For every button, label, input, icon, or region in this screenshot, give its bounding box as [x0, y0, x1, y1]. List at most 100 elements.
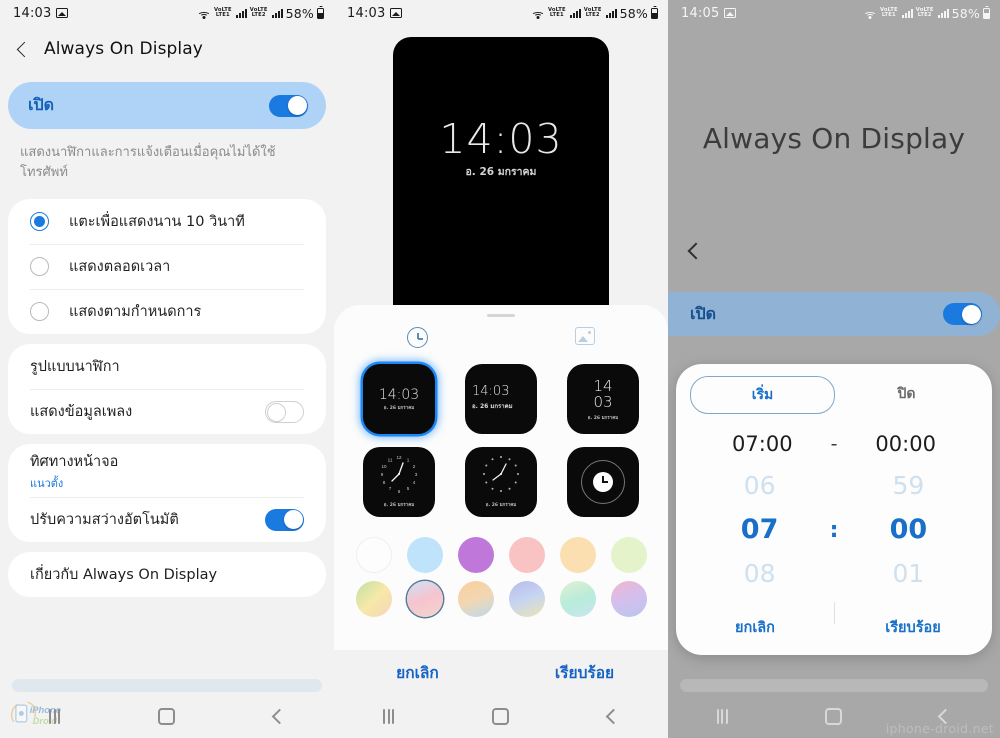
style-time: 14:03	[472, 384, 510, 399]
recents-icon[interactable]	[383, 708, 395, 724]
hour-column[interactable]: 06 07 08	[724, 464, 796, 596]
master-toggle-label: เปิด	[690, 303, 717, 323]
clock-style-card: รูปแบบนาฬิกา แสดงข้อมูลเพลง	[8, 344, 326, 435]
style-tabs	[334, 327, 668, 348]
tab-image[interactable]	[501, 327, 668, 348]
screenshot-strip: 14:03 VoLTE LTE1 VoLTE LTE2 58% Always On …	[0, 0, 1000, 738]
swatch-pink-blue-gradient[interactable]	[406, 581, 443, 617]
preview-date: อ. 26 มกราคม	[465, 166, 537, 178]
segment-end[interactable]: ปิด	[835, 376, 978, 414]
radio-label: แตะเพื่อแสดงนาน 10 วินาที	[69, 214, 245, 231]
swatch-teal-gradient[interactable]	[559, 581, 596, 617]
row-music-info[interactable]: แสดงข้อมูลเพลง	[8, 389, 326, 434]
aod-description: แสดงนาฬิกาและการแจ้งเตือนเมื่อคุณไม่ได้ใ…	[20, 145, 276, 181]
sheet-grabber[interactable]	[487, 314, 515, 317]
wifi-icon	[531, 8, 545, 19]
status-bar-left: 14:03	[13, 6, 69, 21]
radio-option-show-scheduled[interactable]: แสดงตามกำหนดการ	[8, 289, 326, 334]
row-auto-brightness[interactable]: ปรับความสว่างอัตโนมัติ	[8, 497, 326, 542]
aod-master-toggle-row[interactable]: เปิด	[668, 292, 1000, 336]
style-date: อ. 26 มกราคม	[383, 406, 415, 411]
page-title: Always On Display	[702, 122, 966, 155]
radio-icon[interactable]	[30, 212, 49, 232]
minute-next[interactable]: 01	[872, 552, 944, 596]
status-bar-right: VoLTE LTE1 VoLTE LTE2 58%	[197, 6, 324, 21]
svg-text:10: 10	[381, 464, 387, 469]
radio-option-show-always[interactable]: แสดงตลอดเวลา	[8, 244, 326, 289]
style-date: อ. 26 มกราคม	[485, 503, 517, 508]
range-start-value[interactable]: 07:00	[732, 432, 793, 456]
clock-style-ring[interactable]	[567, 447, 639, 517]
minute-prev[interactable]: 59	[872, 464, 944, 508]
back-icon[interactable]	[271, 708, 288, 724]
clock-style-digital-stacked[interactable]: 14 03 อ. 26 มกราคม	[567, 364, 639, 434]
swatch-pink-purple-gradient[interactable]	[610, 581, 647, 617]
svg-text:4: 4	[413, 480, 416, 485]
radio-icon[interactable]	[30, 302, 49, 322]
back-arrow-icon[interactable]	[16, 41, 33, 57]
music-info-toggle[interactable]	[265, 400, 304, 423]
swatch-white[interactable]	[355, 537, 392, 573]
swatch-peach[interactable]	[559, 537, 596, 573]
dialog-actions: ยกเลิก เรียบร้อย	[676, 602, 992, 647]
swatch-light-green[interactable]	[610, 537, 647, 573]
time-separator: :	[829, 517, 839, 543]
swatch-pink[interactable]	[508, 537, 545, 573]
time-spinner[interactable]: 06 07 08 : 59 00 01	[676, 464, 992, 596]
image-icon	[574, 327, 595, 345]
minute-column[interactable]: 59 00 01	[872, 464, 944, 596]
swatch-green-yellow-gradient[interactable]	[355, 581, 392, 617]
done-button[interactable]: เรียบร้อย	[834, 608, 992, 647]
range-dash: -	[830, 433, 838, 455]
recents-icon[interactable]	[49, 708, 61, 724]
svg-text:11: 11	[388, 458, 393, 463]
svg-text:8: 8	[383, 480, 386, 485]
clock-style-analog-dots[interactable]: อ. 26 มกราคม	[465, 447, 537, 517]
home-icon[interactable]	[825, 707, 843, 725]
master-toggle-switch[interactable]	[269, 94, 308, 117]
range-end-value[interactable]: 00:00	[875, 432, 936, 456]
home-icon[interactable]	[158, 707, 176, 725]
swatch-orange-blue-gradient[interactable]	[457, 581, 494, 617]
home-indicator-pill	[12, 679, 322, 692]
radio-icon[interactable]	[30, 257, 49, 277]
hour-prev[interactable]: 06	[724, 464, 796, 508]
signal-sim2-icon: VoLTE LTE2	[916, 7, 949, 18]
cancel-button[interactable]: ยกเลิก	[334, 660, 501, 685]
status-bar-right: VoLTE LTE1 VoLTE LTE2 58%	[531, 6, 658, 21]
recents-icon[interactable]	[716, 708, 728, 724]
back-icon[interactable]	[605, 708, 622, 724]
hour-current[interactable]: 07	[724, 508, 796, 552]
back-arrow-icon[interactable]	[687, 242, 705, 260]
home-icon[interactable]	[492, 707, 510, 725]
clock-style-analog-numbers[interactable]: 12 1 2 3 45 6 78 9 10 11 อ. 26 มกราคม	[363, 447, 435, 517]
swatch-purple-yellow-gradient[interactable]	[508, 581, 545, 617]
segmented-control: เริ่ม ปิด	[676, 376, 992, 414]
svg-text:6: 6	[398, 489, 401, 494]
auto-brightness-toggle[interactable]	[265, 508, 304, 531]
hour-next[interactable]: 08	[724, 552, 796, 596]
color-swatch-grid	[334, 537, 668, 617]
swatch-light-blue[interactable]	[406, 537, 443, 573]
status-bar-right: VoLTE LTE1 VoLTE LTE2 58%	[863, 6, 990, 21]
display-card: ทิศทางหน้าจอ แนวตั้ง ปรับความสว่างอัตโนม…	[8, 444, 326, 543]
tab-clock[interactable]	[334, 327, 501, 348]
cancel-button[interactable]: ยกเลิก	[676, 608, 834, 647]
signal-sim1-icon: VoLTE LTE1	[548, 7, 581, 18]
row-about-aod[interactable]: เกี่ยวกับ Always On Display	[8, 552, 326, 597]
master-toggle-switch[interactable]	[943, 303, 982, 325]
panel-schedule-time-picker: 14:05 VoLTE LTE1 VoLTE LTE2 58% Always On …	[668, 0, 1000, 738]
site-watermark: iphone-droid.net	[885, 721, 994, 736]
done-button[interactable]: เรียบร้อย	[501, 660, 668, 685]
aod-master-toggle-row[interactable]: เปิด	[8, 82, 326, 129]
radio-option-tap-to-show[interactable]: แตะเพื่อแสดงนาน 10 วินาที	[8, 199, 326, 244]
row-screen-orientation[interactable]: ทิศทางหน้าจอ แนวตั้ง	[8, 444, 326, 497]
swatch-purple[interactable]	[457, 537, 494, 573]
segment-start[interactable]: เริ่ม	[690, 376, 835, 414]
clock-style-digital-center[interactable]: 14:03 อ. 26 มกราคม	[363, 364, 435, 434]
svg-text:1: 1	[407, 458, 410, 463]
page-title: Always On Display	[44, 39, 203, 59]
row-clock-style[interactable]: รูปแบบนาฬิกา	[8, 344, 326, 389]
minute-current[interactable]: 00	[872, 508, 944, 552]
clock-style-digital-left[interactable]: 14:03 อ. 26 มกราคม	[465, 364, 537, 434]
